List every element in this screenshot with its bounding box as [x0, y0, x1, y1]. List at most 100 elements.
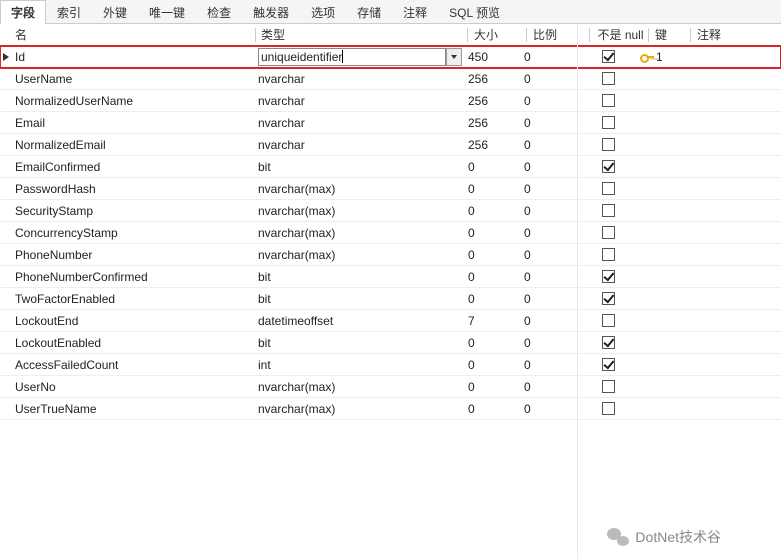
- cell-scale[interactable]: 0: [521, 204, 576, 218]
- cell-scale[interactable]: 0: [521, 402, 576, 416]
- tab-2[interactable]: 外键: [92, 0, 138, 24]
- cell-name[interactable]: SecurityStamp: [12, 204, 255, 218]
- cell-name[interactable]: ConcurrencyStamp: [12, 226, 255, 240]
- cell-name[interactable]: Id: [12, 50, 255, 64]
- cell-scale[interactable]: 0: [521, 358, 576, 372]
- cell-name[interactable]: PhoneNumberConfirmed: [12, 270, 255, 284]
- notnull-checkbox[interactable]: [602, 72, 615, 85]
- cell-type[interactable]: nvarchar(max): [256, 402, 446, 416]
- cell-scale[interactable]: 0: [521, 226, 576, 240]
- cell-scale[interactable]: 0: [521, 292, 576, 306]
- cell-scale[interactable]: 0: [521, 50, 576, 64]
- tab-3[interactable]: 唯一键: [138, 0, 196, 24]
- cell-name[interactable]: UserTrueName: [12, 402, 255, 416]
- cell-type[interactable]: datetimeoffset: [256, 314, 446, 328]
- notnull-checkbox[interactable]: [602, 248, 615, 261]
- cell-type[interactable]: nvarchar(max): [256, 204, 446, 218]
- table-row[interactable]: PhoneNumberConfirmedbit 00: [0, 266, 781, 288]
- cell-name[interactable]: AccessFailedCount: [12, 358, 255, 372]
- table-row[interactable]: NormalizedEmailnvarchar2560: [0, 134, 781, 156]
- table-row[interactable]: ConcurrencyStampnvarchar(max) 00: [0, 222, 781, 244]
- tab-7[interactable]: 存储: [346, 0, 392, 24]
- cell-scale[interactable]: 0: [521, 116, 576, 130]
- cell-type[interactable]: nvarchar: [256, 72, 446, 86]
- cell-name[interactable]: PasswordHash: [12, 182, 255, 196]
- tab-0[interactable]: 字段: [0, 0, 46, 24]
- cell-name[interactable]: LockoutEnd: [12, 314, 255, 328]
- table-row[interactable]: AccessFailedCountint00: [0, 354, 781, 376]
- table-row[interactable]: EmailConfirmedbit00: [0, 156, 781, 178]
- notnull-checkbox[interactable]: [602, 94, 615, 107]
- cell-name[interactable]: NormalizedEmail: [12, 138, 255, 152]
- table-row[interactable]: NormalizedUserNamenvarchar 2560: [0, 90, 781, 112]
- notnull-checkbox[interactable]: [602, 138, 615, 151]
- notnull-checkbox[interactable]: [602, 182, 615, 195]
- header-scale[interactable]: 比例: [530, 26, 585, 43]
- cell-type[interactable]: nvarchar: [256, 116, 446, 130]
- cell-scale[interactable]: 0: [521, 182, 576, 196]
- cell-type[interactable]: bit: [256, 160, 446, 174]
- cell-size[interactable]: 256: [465, 72, 520, 86]
- header-comment[interactable]: 注释: [694, 26, 774, 43]
- cell-size[interactable]: 0: [465, 402, 520, 416]
- cell-type[interactable]: nvarchar: [256, 94, 446, 108]
- notnull-checkbox[interactable]: [602, 270, 615, 283]
- cell-name[interactable]: UserNo: [12, 380, 255, 394]
- cell-size[interactable]: 256: [465, 94, 520, 108]
- notnull-checkbox[interactable]: [602, 160, 615, 173]
- header-type[interactable]: 类型: [259, 26, 449, 43]
- table-row[interactable]: TwoFactorEnabledbit00: [0, 288, 781, 310]
- cell-scale[interactable]: 0: [521, 160, 576, 174]
- cell-size[interactable]: 0: [465, 226, 520, 240]
- notnull-checkbox[interactable]: [602, 116, 615, 129]
- cell-type[interactable]: nvarchar(max): [256, 182, 446, 196]
- table-row[interactable]: SecurityStampnvarchar(max) 00: [0, 200, 781, 222]
- notnull-checkbox[interactable]: [602, 50, 615, 63]
- cell-scale[interactable]: 0: [521, 72, 576, 86]
- cell-size[interactable]: 256: [465, 116, 520, 130]
- table-row[interactable]: PasswordHashnvarchar(max) 00: [0, 178, 781, 200]
- cell-name[interactable]: LockoutEnabled: [12, 336, 255, 350]
- tab-1[interactable]: 索引: [46, 0, 92, 24]
- cell-size[interactable]: 450: [465, 50, 520, 64]
- table-row[interactable]: UserNamenvarchar2560: [0, 68, 781, 90]
- header-notnull[interactable]: 不是 null: [593, 26, 648, 43]
- table-row[interactable]: PhoneNumbernvarchar(max)00: [0, 244, 781, 266]
- cell-type[interactable]: bit: [256, 336, 446, 350]
- table-row[interactable]: UserTrueNamenvarchar(max) 00: [0, 398, 781, 420]
- cell-size[interactable]: 0: [465, 204, 520, 218]
- cell-size[interactable]: 0: [465, 248, 520, 262]
- cell-name[interactable]: NormalizedUserName: [12, 94, 255, 108]
- tab-9[interactable]: SQL 预览: [438, 0, 511, 24]
- notnull-checkbox[interactable]: [602, 358, 615, 371]
- cell-size[interactable]: 7: [465, 314, 520, 328]
- tab-4[interactable]: 检查: [196, 0, 242, 24]
- cell-key[interactable]: 1: [637, 50, 675, 64]
- cell-size[interactable]: 0: [465, 270, 520, 284]
- cell-scale[interactable]: 0: [521, 336, 576, 350]
- cell-scale[interactable]: 0: [521, 314, 576, 328]
- cell-name[interactable]: EmailConfirmed: [12, 160, 255, 174]
- table-row[interactable]: LockoutEnddatetimeoffset 70: [0, 310, 781, 332]
- cell-size[interactable]: 0: [465, 336, 520, 350]
- cell-type[interactable]: nvarchar(max): [256, 226, 446, 240]
- notnull-checkbox[interactable]: [602, 226, 615, 239]
- cell-scale[interactable]: 0: [521, 248, 576, 262]
- cell-type[interactable]: uniqueidentifier: [256, 48, 446, 66]
- notnull-checkbox[interactable]: [602, 204, 615, 217]
- header-key[interactable]: 键: [652, 26, 690, 43]
- notnull-checkbox[interactable]: [602, 336, 615, 349]
- cell-size[interactable]: 256: [465, 138, 520, 152]
- table-row[interactable]: Iduniqueidentifier 4500 1: [0, 46, 781, 68]
- tab-5[interactable]: 触发器: [242, 0, 300, 24]
- cell-scale[interactable]: 0: [521, 94, 576, 108]
- cell-size[interactable]: 0: [465, 182, 520, 196]
- cell-scale[interactable]: 0: [521, 270, 576, 284]
- cell-type[interactable]: bit: [256, 270, 446, 284]
- cell-type[interactable]: nvarchar(max): [256, 248, 446, 262]
- tab-8[interactable]: 注释: [392, 0, 438, 24]
- cell-name[interactable]: TwoFactorEnabled: [12, 292, 255, 306]
- notnull-checkbox[interactable]: [602, 292, 615, 305]
- table-row[interactable]: Emailnvarchar2560: [0, 112, 781, 134]
- cell-size[interactable]: 0: [465, 358, 520, 372]
